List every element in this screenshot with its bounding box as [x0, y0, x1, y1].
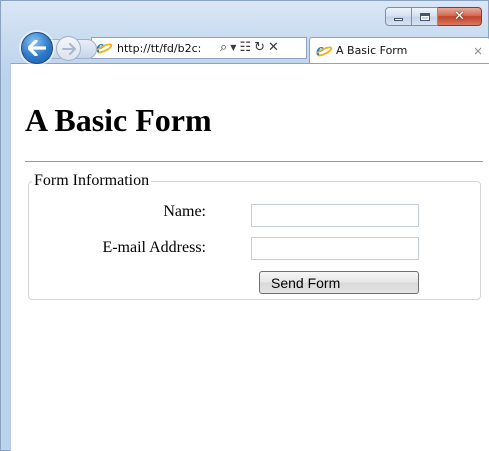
- page-content: A Basic Form Form Information Name: E-ma…: [10, 63, 489, 451]
- maximize-button[interactable]: [412, 7, 438, 26]
- caption-buttons: ✕: [385, 7, 482, 26]
- close-icon: ✕: [454, 9, 465, 24]
- tab-a-basic-form[interactable]: e A Basic Form ×: [309, 37, 489, 63]
- page-title: A Basic Form: [25, 102, 212, 138]
- compatibility-view-icon[interactable]: ☷: [239, 38, 251, 58]
- search-icon[interactable]: ⌕: [220, 38, 227, 58]
- chevron-down-icon[interactable]: ▼: [230, 38, 236, 58]
- address-bar[interactable]: e http://tt/fd/b2c: ⌕ ▼ ☷ ↻ ✕: [91, 37, 307, 59]
- forward-button[interactable]: [56, 36, 81, 61]
- ie-tab-icon: e: [314, 40, 334, 61]
- minimize-icon: [394, 18, 403, 21]
- name-input[interactable]: [251, 204, 419, 227]
- close-window-button[interactable]: ✕: [438, 7, 482, 26]
- fieldset-legend: Form Information: [34, 172, 150, 189]
- back-arrow-icon: [28, 40, 46, 56]
- refresh-icon[interactable]: ↻: [254, 38, 265, 58]
- maximize-icon: [419, 12, 430, 21]
- horizontal-rule: [25, 161, 483, 162]
- email-input[interactable]: [251, 237, 419, 260]
- forward-arrow-icon: [61, 42, 76, 55]
- name-label: Name:: [163, 203, 206, 220]
- email-label: E-mail Address:: [102, 239, 206, 256]
- tab-title: A Basic Form: [336, 44, 408, 57]
- address-url[interactable]: http://tt/fd/b2c:: [117, 42, 217, 55]
- back-button[interactable]: [21, 32, 53, 64]
- browser-window: ✕ e http://tt/fd/b2c: ⌕ ▼ ☷ ↻ ✕ e A Basi…: [0, 0, 489, 451]
- send-form-button[interactable]: Send Form: [259, 271, 419, 294]
- minimize-button[interactable]: [385, 7, 412, 26]
- tab-close-icon[interactable]: ×: [473, 44, 483, 58]
- stop-icon[interactable]: ✕: [268, 38, 279, 58]
- ie-page-icon: e: [94, 37, 114, 58]
